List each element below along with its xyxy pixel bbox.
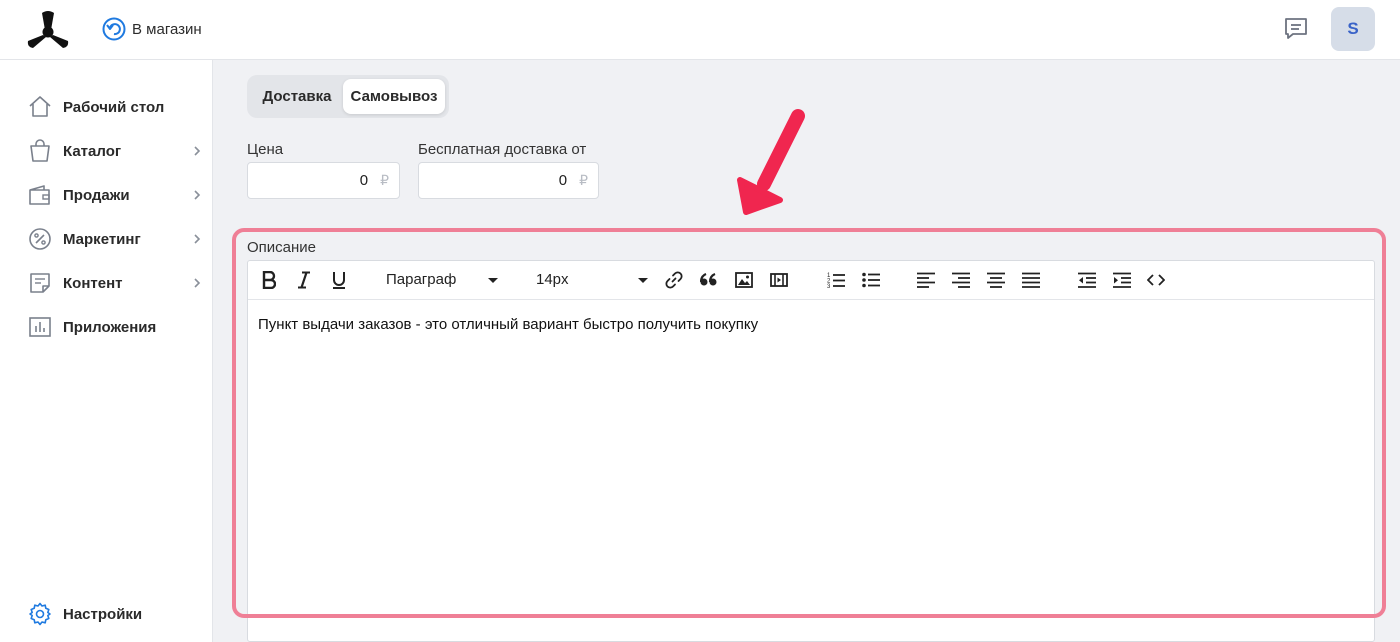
price-value: 0 (359, 172, 369, 189)
back-arrow-icon (102, 17, 126, 41)
sidebar-item-label: Рабочий стол (63, 98, 165, 116)
annotation-arrow-icon (737, 109, 805, 215)
chevron-right-icon (194, 190, 201, 200)
back-to-store-label: В магазин (132, 20, 202, 38)
sidebar-item-label: Приложения (63, 318, 157, 336)
sidebar-item-label: Продажи (63, 186, 130, 204)
sidebar-item-label: Настройки (63, 605, 143, 623)
price-label: Цена (247, 141, 284, 158)
chevron-right-icon (194, 234, 201, 244)
avatar[interactable]: S (1331, 7, 1375, 51)
free-delivery-value: 0 (558, 172, 568, 189)
chevron-right-icon (194, 278, 201, 288)
sidebar-item-dashboard[interactable]: Рабочий стол (28, 92, 208, 122)
free-delivery-input[interactable]: 0 ₽ (418, 162, 599, 199)
shopping-bag-icon (30, 139, 50, 162)
price-input[interactable]: 0 ₽ (247, 162, 400, 199)
ruble-icon: ₽ (579, 172, 588, 188)
sidebar-item-marketing[interactable]: Маркетинг (28, 224, 208, 254)
percent-icon (29, 228, 51, 250)
sidebar-item-label: Маркетинг (63, 230, 141, 248)
sidebar-item-apps[interactable]: Приложения (28, 312, 208, 342)
sidebar-item-label: Каталог (63, 142, 122, 160)
sidebar-item-settings[interactable]: Настройки (28, 599, 208, 629)
sidebar-item-label: Контент (63, 274, 123, 292)
chat-icon[interactable] (1283, 17, 1309, 41)
sidebar-item-content[interactable]: Контент (28, 268, 208, 298)
document-icon (30, 273, 50, 293)
delivery-type-tabs: Доставка Самовывоз (247, 75, 449, 118)
sidebar-item-sales[interactable]: Продажи (28, 180, 208, 210)
bar-chart-icon (29, 317, 51, 337)
gear-icon (29, 602, 51, 626)
chevron-right-icon (194, 146, 201, 156)
free-delivery-label: Бесплатная доставка от (418, 141, 587, 158)
highlight-frame (232, 228, 1386, 618)
top-header: В магазин S (0, 0, 1400, 60)
ruble-icon: ₽ (380, 172, 389, 188)
home-icon (29, 96, 51, 117)
wallet-icon (29, 185, 50, 205)
sidebar-item-catalog[interactable]: Каталог (28, 136, 208, 166)
tab-delivery[interactable]: Доставка (251, 79, 343, 114)
sidebar: Рабочий стол Каталог Продажи Маркетинг К… (0, 60, 213, 642)
logo-icon[interactable] (26, 10, 70, 48)
back-to-store-link[interactable]: В магазин (102, 17, 202, 41)
tab-pickup[interactable]: Самовывоз (343, 79, 445, 114)
